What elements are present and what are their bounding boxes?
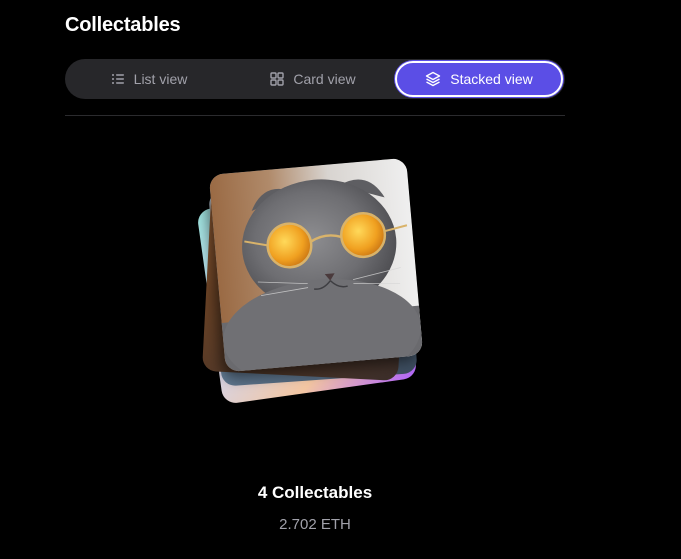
card-view-button[interactable]: Card view [231,61,395,97]
collectable-card-top[interactable] [208,157,424,373]
cat-with-sunglasses-image [208,157,424,373]
collectables-stack[interactable] [195,150,445,430]
card-view-label: Card view [293,71,356,87]
stacked-view-label: Stacked view [450,71,533,87]
list-view-label: List view [133,71,188,87]
layers-icon [425,71,441,87]
collection-total-value: 2.702 ETH [279,516,351,533]
collectables-count: 4 Collectables [257,483,373,502]
page-title: Collectables [65,14,181,36]
list-icon [111,72,125,86]
stacked-view-button[interactable]: Stacked view [395,61,563,97]
view-toggle: List view Card view Stacked view [65,59,565,99]
grid-icon [270,72,285,86]
divider [65,115,565,116]
list-view-button[interactable]: List view [67,61,231,97]
